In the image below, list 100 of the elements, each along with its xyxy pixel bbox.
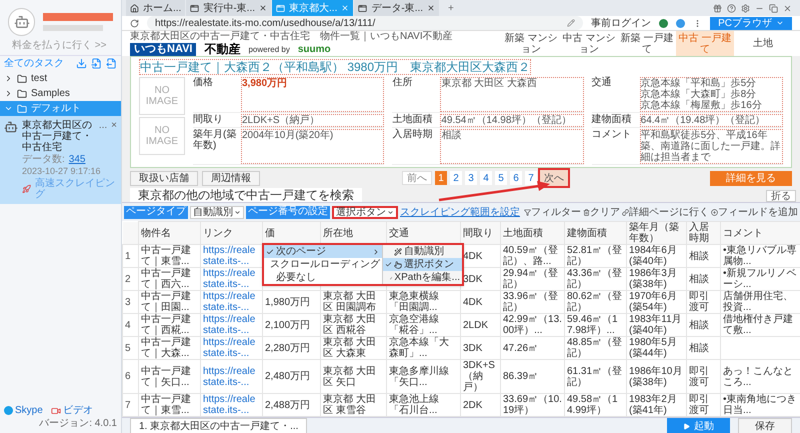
menu-item[interactable]: 必要なし — [264, 271, 382, 284]
browser-tab[interactable]: ホーム... — [126, 0, 186, 16]
page-number-select[interactable]: 選択ボタン — [332, 206, 398, 218]
table-cell: https://realestate.its-... — [200, 314, 262, 336]
settings-icon[interactable] — [741, 4, 750, 12]
next-page-button[interactable]: 次へ — [540, 170, 568, 186]
toolbar-action[interactable]: 詳細ページに行く — [622, 206, 709, 218]
browser-tab[interactable]: データ-東... — [354, 0, 440, 16]
robot-icon — [4, 120, 18, 134]
table-cell: 1986年10月(築38年) — [626, 360, 686, 394]
menu-item[interactable]: 選択ボタン — [383, 258, 462, 271]
redacted-block — [43, 13, 113, 21]
page-number[interactable]: 3 — [465, 171, 477, 185]
page-number[interactable]: 7 — [525, 171, 537, 185]
footer-link[interactable]: Skype — [4, 405, 43, 416]
column-header[interactable]: 入居時期 — [686, 222, 720, 244]
toolbar-action[interactable]: フィールドを追加 — [711, 206, 798, 218]
menu-item[interactable]: 自動識別 — [383, 245, 462, 258]
browser-tab[interactable]: 実行中-東... — [186, 0, 272, 16]
detail-label: 土地面積 — [392, 114, 434, 127]
close-icon[interactable] — [783, 4, 792, 12]
edit-icon[interactable] — [567, 19, 576, 27]
rocket-icon — [22, 184, 32, 194]
task-date: 2023-10-27 9:17:16 — [22, 166, 102, 177]
restore-icon[interactable] — [769, 4, 778, 12]
import-icon[interactable] — [76, 58, 87, 69]
collapse-button[interactable]: 折る — [766, 190, 796, 202]
menu-item[interactable]: スクロールローディング — [264, 258, 382, 271]
help-icon[interactable] — [727, 4, 736, 12]
page-number[interactable]: 6 — [510, 171, 522, 185]
file-icon[interactable] — [106, 58, 117, 69]
menu-item[interactable]: 次のページ — [264, 245, 382, 258]
section-heading: 東京都の他の地域で中古一戸建てを検索 — [130, 188, 362, 202]
url-field[interactable]: https://realestate.its-mo.com/usedhouse/a/13/111/ — [147, 16, 584, 30]
more-text[interactable]: ... — [98, 120, 108, 153]
row-number: 5 — [122, 336, 138, 360]
folder-item[interactable]: Samples — [0, 86, 121, 101]
task-title[interactable]: 東京都大田区の中古一戸建て・中古住宅 — [22, 120, 95, 153]
column-header[interactable]: コメント — [720, 222, 800, 244]
column-header[interactable]: 建物面積 — [564, 222, 626, 244]
link-icon — [622, 208, 629, 216]
row-number: 4 — [122, 314, 138, 336]
detail-label: 価格 — [193, 77, 214, 90]
detail-label: 住所 — [392, 77, 414, 90]
prev-page-button[interactable]: 前へ — [402, 171, 432, 185]
caret-icon — [234, 208, 241, 216]
page-button[interactable]: 周辺情報 — [202, 170, 260, 186]
page-button[interactable]: 取扱い店舗 — [130, 170, 198, 186]
column-header[interactable]: 築年月（築年数） — [626, 222, 686, 244]
column-header[interactable]: 土地面積 — [500, 222, 564, 244]
folder-item[interactable]: test — [0, 71, 121, 86]
no-image-text: NO IMAGE — [144, 125, 180, 147]
detail-label: 交通 — [592, 77, 613, 90]
page-type-select[interactable]: 自動識別 — [190, 206, 244, 218]
table-cell: 42.99㎡（13.00坪）... — [500, 314, 564, 336]
menu-item[interactable]: XPathを編集... — [383, 271, 462, 284]
table-cell: 東急多摩川線「矢口... — [386, 360, 460, 394]
toolbar-action[interactable]: フィルター — [524, 206, 581, 218]
save-button[interactable]: 保存 — [738, 418, 792, 433]
close-text[interactable]: × — [111, 120, 117, 153]
detail-value: 東京都 大田区 大森西 — [440, 77, 584, 112]
column-header[interactable]: 間取り — [460, 222, 500, 244]
column-header[interactable]: 物件名 — [138, 222, 200, 244]
table-cell: 80.62㎡（登記） — [564, 290, 626, 314]
caret-icon — [387, 208, 394, 216]
refresh-icon[interactable] — [130, 18, 139, 28]
run-tab[interactable]: 1. 東京都大田区の中古一戸建て・... — [130, 418, 308, 433]
detail-value: 2LDK+S（納戸） — [241, 114, 384, 127]
footer-link[interactable]: ビデオ — [50, 405, 93, 416]
file-icon[interactable] — [91, 58, 102, 69]
page-number[interactable]: 4 — [480, 171, 492, 185]
detail-label: 入居時期 — [392, 129, 434, 142]
data-count-link[interactable]: 345 — [68, 154, 86, 165]
powered-by-text: powered by — [248, 44, 290, 54]
close-icon[interactable] — [259, 4, 268, 12]
table-cell: 1986年3月(築38年) — [626, 268, 686, 290]
nav-tab[interactable]: 新築 マンション — [502, 31, 560, 56]
page-type-label: ページタイプ — [124, 206, 188, 218]
nav-tab[interactable]: 中古 マンション — [560, 31, 618, 56]
column-header[interactable]: リンク — [200, 222, 262, 244]
page-number[interactable]: 5 — [495, 171, 507, 185]
gift-icon[interactable] — [713, 4, 722, 12]
filter-icon — [524, 208, 531, 216]
nav-tab[interactable]: 新築 一戸建て — [618, 31, 676, 56]
task-card[interactable]: 東京都大田区の中古一戸建て・中古住宅 ... × データ数: 345 2023-10-27 9:17:16 高速スクレイピング — [0, 116, 121, 204]
listing-title[interactable]: 中古一戸建て｜大森西２（平和島駅） 3980万円 東京都大田区大森西２ — [139, 59, 532, 75]
page-number[interactable]: 2 — [450, 171, 462, 185]
table-cell: 東京都 大田区 矢口 — [320, 360, 386, 394]
toolbar-action[interactable]: クリア — [583, 206, 620, 218]
prelogin-button[interactable]: 事前ログイン — [591, 18, 652, 28]
table-cell: 相談 — [686, 314, 720, 336]
close-icon[interactable] — [427, 4, 436, 12]
row-number: 3 — [122, 290, 138, 314]
detail-label: 築年月(築年数) — [193, 129, 238, 153]
table-cell: 43.36㎡（登記） — [564, 268, 626, 290]
row-number: 2 — [122, 268, 138, 290]
nav-tab[interactable]: 土地 — [734, 31, 792, 56]
partner-logo: suumo — [298, 44, 331, 54]
range-link[interactable]: スクレイピング範囲を設定 — [400, 206, 520, 218]
folder-icon — [17, 88, 27, 98]
